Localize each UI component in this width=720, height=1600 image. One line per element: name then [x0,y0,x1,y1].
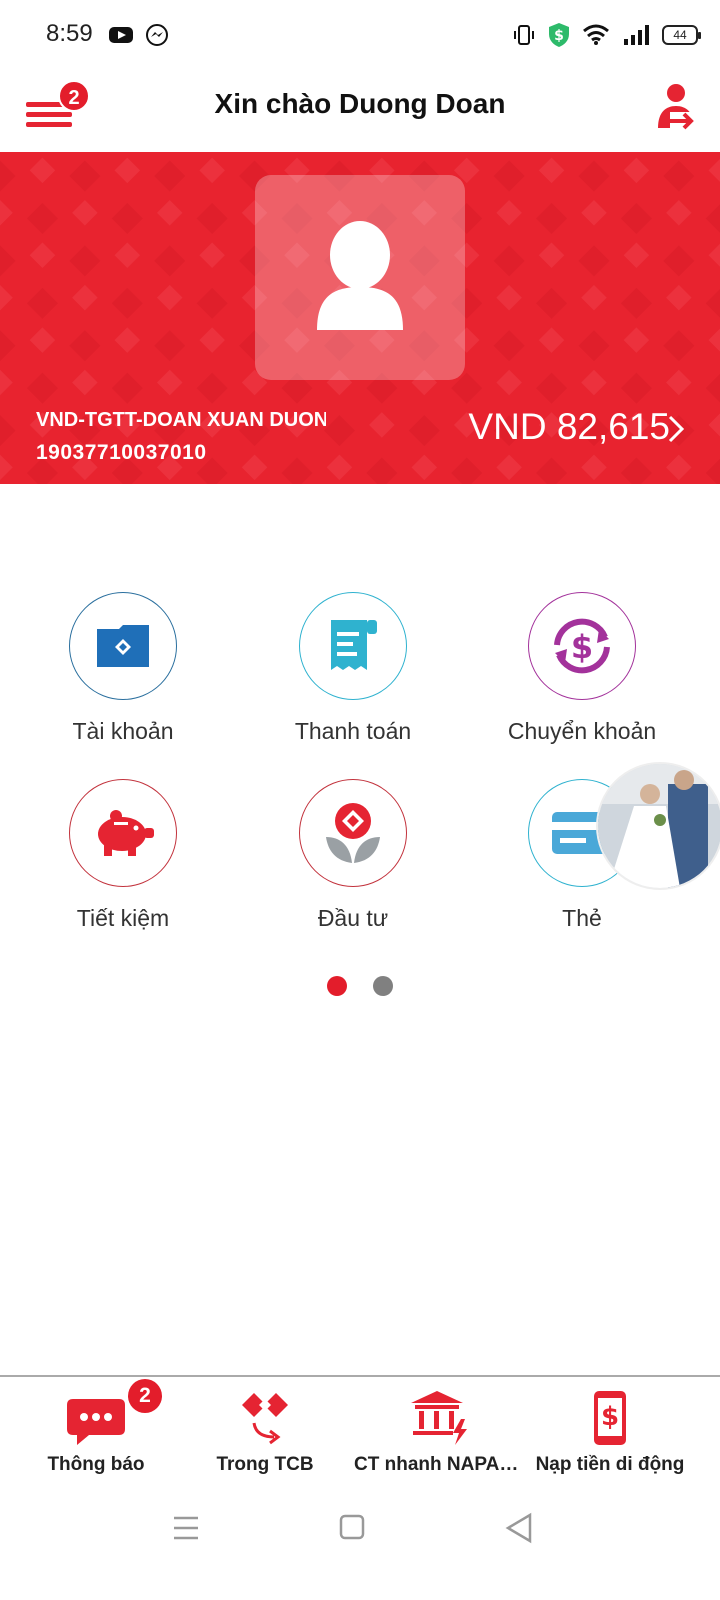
feature-thanh-toan[interactable]: Thanh toán [243,592,463,745]
battery-icon: 44 [662,25,701,45]
floating-photo-bubble[interactable] [598,764,720,888]
tcb-transfer-icon [234,1389,296,1447]
feature-circle [299,592,407,700]
status-bar: 8:59 $ 44 [0,0,720,70]
wifi-icon [583,24,609,45]
shortcut-label: CT nhanh NAPAS 247 [354,1454,526,1475]
shortcut-label: Trong TCB [216,1454,314,1475]
account-banner[interactable]: VND-TGTT-DOAN XUAN DUONG 19037710037010 … [0,152,720,484]
shortcut-nap-tien[interactable]: $ Nạp tiền di động [520,1377,700,1487]
chat-bubble-icon [65,1389,127,1447]
account-name: VND-TGTT-DOAN XUAN DUONG [36,409,326,431]
vibrate-icon [514,25,534,45]
feature-label: Chuyển khoản [507,718,657,744]
svg-text:$: $ [601,1402,619,1432]
feature-label: Thẻ [562,905,602,931]
app-header: 2 Xin chào Duong Doan [0,70,720,152]
shortcut-label: Nạp tiền di động [535,1454,685,1475]
bottom-shortcut-bar: 2 Thông báo Trong TCB CT nhanh NAPAS $ N… [0,1375,720,1490]
receipt-icon [331,620,377,670]
home-icon[interactable] [322,1510,382,1546]
status-time: 8:59 [46,20,93,47]
messenger-icon [146,24,168,46]
signal-icon [624,25,649,45]
wedding-photo [598,764,720,888]
account-avatar [255,175,465,380]
bank-fast-icon [409,1389,471,1447]
shortcut-napas[interactable]: CT nhanh NAPAS 247 [350,1377,530,1487]
feature-circle [69,779,177,887]
status-app-icons [108,22,170,48]
shortcut-label: Thông báo [47,1454,145,1475]
back-icon[interactable] [490,1510,550,1546]
page-dot-1[interactable] [327,976,347,996]
feature-label: Thanh toán [294,718,412,744]
page-dot-2[interactable] [373,976,393,996]
feature-circle [299,779,407,887]
invest-icon [326,803,380,863]
feature-label: Tài khoản [72,718,174,744]
feature-chuyen-khoan[interactable]: $ Chuyển khoản [472,592,692,745]
feature-circle [69,592,177,700]
feature-label: Tiết kiệm [76,905,170,931]
logout-user-icon[interactable] [656,82,698,132]
page-title: Xin chào Duong Doan [214,88,506,119]
feature-dau-tu[interactable]: Đầu tư [243,779,463,932]
account-number: 19037710037010 [36,441,207,464]
notification-badge: 2 [128,1379,162,1413]
status-system-icons: $ 44 [512,22,701,48]
wallet-icon [97,625,149,667]
chevron-right-icon[interactable] [666,414,686,444]
system-navigation-bar [0,1490,720,1600]
user-silhouette-icon [317,221,403,330]
recent-apps-icon[interactable] [156,1510,216,1546]
piggy-bank-icon [98,810,154,856]
phone-topup-icon: $ [579,1389,641,1447]
shield-dollar-icon: $ [549,23,569,47]
feature-label: Đầu tư [317,905,389,931]
feature-tai-khoan[interactable]: Tài khoản [13,592,233,745]
svg-text:$: $ [554,28,564,44]
youtube-icon [109,27,133,43]
feature-tiet-kiem[interactable]: Tiết kiệm [13,779,233,932]
page-indicator [0,976,720,996]
svg-text:$: $ [571,628,593,666]
transfer-dollar-icon: $ [554,618,610,674]
feature-circle: $ [528,592,636,700]
shortcut-trong-tcb[interactable]: Trong TCB [175,1377,355,1487]
shortcut-thong-bao[interactable]: 2 Thông báo [6,1377,186,1487]
account-balance[interactable]: VND 82,615 [468,406,670,448]
